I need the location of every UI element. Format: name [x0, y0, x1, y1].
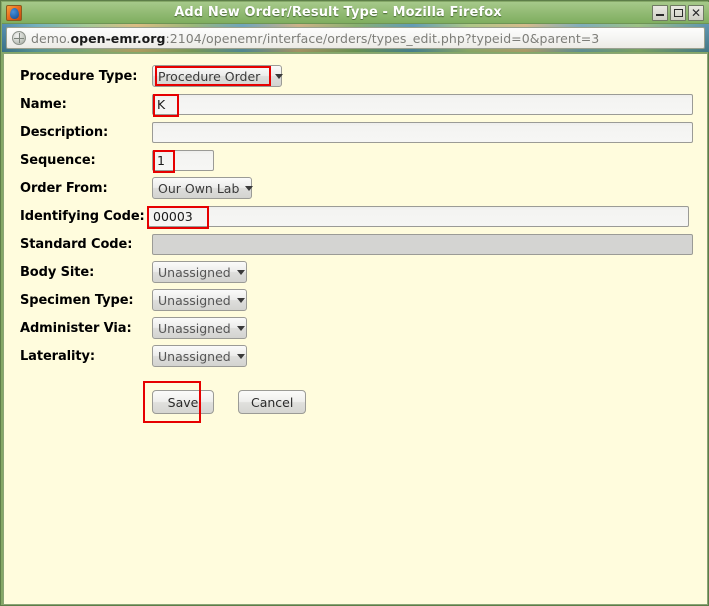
order-from-select[interactable]: Our Own Lab [152, 177, 252, 199]
label-name: Name: [20, 97, 152, 112]
field-administer-via: Unassigned [152, 317, 247, 339]
administer-via-select[interactable]: Unassigned [152, 317, 247, 339]
field-order-from: Our Own Lab [152, 177, 252, 199]
body-site-value: Unassigned [158, 265, 231, 280]
url-prefix: demo. [31, 31, 70, 46]
firefox-icon [6, 5, 22, 21]
url-text: demo.open-emr.org:2104/openemr/interface… [31, 31, 599, 46]
field-specimen-type: Unassigned [152, 289, 247, 311]
cancel-button[interactable]: Cancel [238, 390, 306, 414]
order-type-form: Procedure Type: Procedure Order Name: K [4, 62, 707, 422]
navigation-toolbar: demo.open-emr.org:2104/openemr/interface… [2, 24, 709, 52]
label-specimen-type: Specimen Type: [20, 293, 152, 308]
page-content: Procedure Type: Procedure Order Name: K [3, 53, 708, 605]
sequence-input-value: 1 [157, 153, 165, 168]
identifying-code-input[interactable]: 00003 [148, 206, 689, 227]
description-input[interactable] [152, 122, 693, 143]
field-sequence: 1 [152, 150, 214, 171]
standard-code-input [152, 234, 693, 255]
name-input-value: K [157, 97, 165, 112]
save-button[interactable]: Save [152, 390, 214, 414]
identifying-code-value: 00003 [153, 209, 193, 224]
chevron-down-icon [237, 354, 245, 359]
window-title: Add New Order/Result Type - Mozilla Fire… [26, 5, 650, 20]
specimen-type-value: Unassigned [158, 293, 231, 308]
label-standard-code: Standard Code: [20, 237, 152, 252]
label-laterality: Laterality: [20, 349, 152, 364]
chevron-down-icon [245, 186, 253, 191]
close-button[interactable]: ✕ [688, 5, 704, 21]
form-actions: Save Cancel [4, 382, 707, 422]
field-procedure-type: Procedure Order [152, 65, 282, 87]
label-administer-via: Administer Via: [20, 321, 152, 336]
label-description: Description: [20, 125, 152, 140]
globe-icon [12, 31, 26, 45]
label-procedure-type: Procedure Type: [20, 69, 152, 84]
laterality-value: Unassigned [158, 349, 231, 364]
order-from-value: Our Own Lab [158, 181, 239, 196]
field-row-standard-code: Standard Code: [4, 230, 707, 258]
browser-window: Add New Order/Result Type - Mozilla Fire… [0, 0, 709, 606]
label-order-from: Order From: [20, 181, 152, 196]
chevron-down-icon [237, 298, 245, 303]
field-laterality: Unassigned [152, 345, 247, 367]
procedure-type-value: Procedure Order [158, 69, 260, 84]
chevron-down-icon [237, 326, 245, 331]
administer-via-value: Unassigned [158, 321, 231, 336]
chevron-down-icon [275, 74, 283, 79]
window-controls: ✕ [652, 5, 704, 21]
field-row-specimen-type: Specimen Type: Unassigned [4, 286, 707, 314]
url-path: :2104/openemr/interface/orders/types_edi… [166, 31, 600, 46]
chevron-down-icon [237, 270, 245, 275]
field-body-site: Unassigned [152, 261, 247, 283]
label-identifying-code: Identifying Code: [20, 209, 152, 224]
minimize-button[interactable] [652, 5, 668, 21]
label-body-site: Body Site: [20, 265, 152, 280]
field-row-sequence: Sequence: 1 [4, 146, 707, 174]
maximize-button[interactable] [670, 5, 686, 21]
field-row-description: Description: [4, 118, 707, 146]
save-button-wrapper: Save [152, 390, 214, 414]
sequence-input[interactable]: 1 [152, 150, 214, 171]
name-input[interactable]: K [152, 94, 693, 115]
title-bar: Add New Order/Result Type - Mozilla Fire… [2, 2, 709, 24]
specimen-type-select[interactable]: Unassigned [152, 289, 247, 311]
url-host: open-emr.org [70, 31, 165, 46]
field-description [152, 122, 693, 143]
label-sequence: Sequence: [20, 153, 152, 168]
body-site-select[interactable]: Unassigned [152, 261, 247, 283]
field-row-administer-via: Administer Via: Unassigned [4, 314, 707, 342]
field-standard-code [152, 234, 693, 255]
field-row-procedure-type: Procedure Type: Procedure Order [4, 62, 707, 90]
field-row-laterality: Laterality: Unassigned [4, 342, 707, 370]
field-row-name: Name: K [4, 90, 707, 118]
field-row-identifying-code: Identifying Code: 00003 [4, 202, 707, 230]
procedure-type-select[interactable]: Procedure Order [152, 65, 282, 87]
field-name: K [152, 94, 693, 115]
laterality-select[interactable]: Unassigned [152, 345, 247, 367]
field-row-body-site: Body Site: Unassigned [4, 258, 707, 286]
url-bar[interactable]: demo.open-emr.org:2104/openemr/interface… [6, 27, 705, 49]
field-identifying-code: 00003 [152, 206, 689, 227]
field-row-order-from: Order From: Our Own Lab [4, 174, 707, 202]
